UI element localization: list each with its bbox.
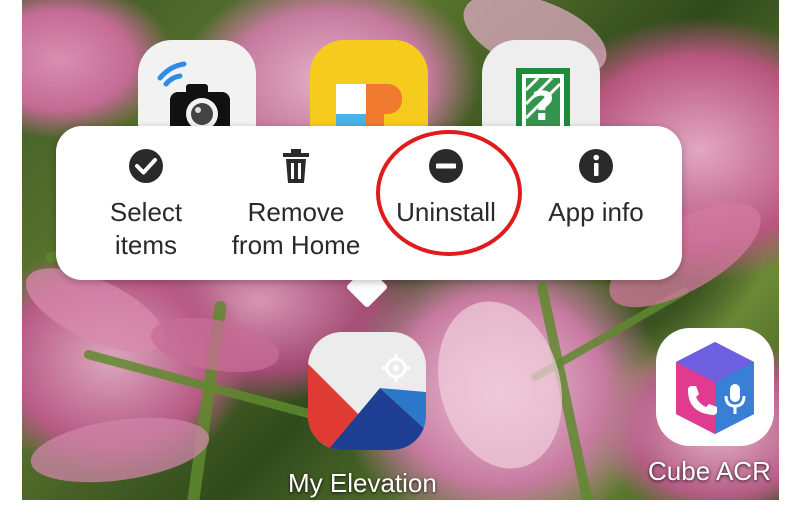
uninstall-button[interactable]: Uninstall [371, 146, 521, 229]
cube-acr-app[interactable] [656, 328, 774, 446]
mountain-elevation-icon [308, 354, 426, 450]
my-elevation-app[interactable] [308, 332, 426, 450]
select-items-button[interactable]: Select items [71, 146, 221, 262]
select-items-label: Select items [109, 197, 183, 260]
remove-from-home-button[interactable]: Remove from Home [216, 146, 376, 262]
my-elevation-label: My Elevation [288, 468, 437, 498]
remove-from-home-label: Remove from Home [231, 197, 361, 260]
app-info-button[interactable]: App info [521, 146, 671, 229]
app-info-label: App info [548, 197, 644, 227]
info-circle-icon [579, 149, 613, 183]
uninstall-label: Uninstall [396, 197, 496, 227]
cube-call-recorder-icon [676, 342, 754, 434]
screen-border [779, 0, 793, 514]
screen-border [0, 500, 793, 514]
trash-icon [283, 149, 309, 183]
cube-acr-label: Cube ACR [648, 456, 771, 486]
screen-border [0, 0, 22, 514]
minus-circle-icon [429, 149, 463, 183]
app-context-menu: Select items Remove from Home Uninstall … [56, 126, 682, 280]
checkmark-circle-icon [129, 149, 163, 183]
